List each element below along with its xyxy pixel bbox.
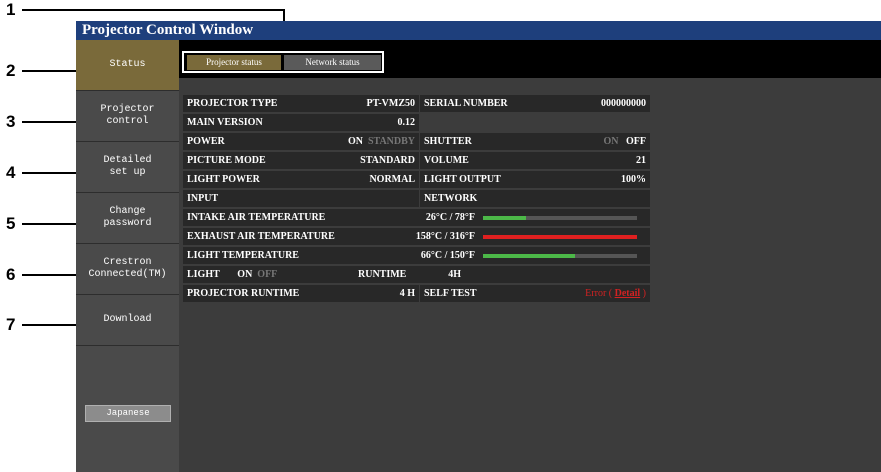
light-status: LIGHT ON OFF [183,266,354,283]
self-test-error: Error ( [585,288,613,299]
main-panel: Projector status Network status PROJECTO… [179,40,881,472]
shutter-on: ON [603,136,619,147]
input-label: INPUT [183,190,419,207]
projector-runtime-label: PROJECTOR RUNTIME [183,285,354,302]
runtime-spacer [465,266,650,283]
input-value: NETWORK [420,190,650,207]
callout-number: 1 [6,0,16,19]
callout-number: 6 [6,265,16,284]
power-standby: STANDBY [367,136,415,147]
callout-number: 5 [6,214,16,233]
power-value: ON STANDBY [313,133,419,150]
projector-type-label: PROJECTOR TYPE [183,95,354,112]
self-test-value: Error ( Detail ) [560,285,650,302]
light-label: LIGHT [187,269,220,280]
nav-change-password[interactable]: Change password [76,193,179,243]
callout-line [22,9,284,11]
gauge-fill [483,254,576,258]
power-on: ON [347,136,363,147]
light-power-label: LIGHT POWER [183,171,343,188]
gauge-fill [483,216,527,220]
runtime-label: RUNTIME [354,266,420,283]
status-tab-group: Projector status Network status [182,51,384,73]
gauge-track [483,216,637,220]
exhaust-temperature-label: EXHAUST AIR TEMPERATURE [183,228,354,245]
self-test-detail-link[interactable]: Detail [615,288,641,299]
intake-temperature-gauge [479,209,650,226]
nav-download[interactable]: Download [76,295,179,345]
main-version-value: 0.12 [354,114,419,131]
volume-value: 21 [560,152,650,169]
projector-type-value: PT-VMZ50 [354,95,419,112]
exhaust-temperature-gauge [479,228,650,245]
window-title: Projector Control Window [82,22,254,38]
detail-link-text[interactable]: Detail [615,288,641,299]
divider [76,345,179,346]
shutter-off: OFF [626,136,646,147]
projector-runtime-value: 4 H [354,285,419,302]
intake-temperature-value: 26°C / 78°F [354,209,479,226]
volume-label: VOLUME [420,152,560,169]
self-test-label: SELF TEST [420,285,560,302]
light-temperature-label: LIGHT TEMPERATURE [183,247,354,264]
callout-number: 4 [6,163,16,182]
nav-projector-control[interactable]: Projector control [76,91,179,141]
gauge-track [483,235,637,239]
tab-projector-status[interactable]: Projector status [187,55,281,70]
nav-status[interactable]: Status [76,40,179,90]
tab-bar: Projector status Network status [179,40,881,78]
sidebar: Status Projector control Detailed set up… [76,40,179,472]
main-version-label: MAIN VERSION [183,114,354,131]
exhaust-temperature-value: 158°C / 316°F [354,228,479,245]
light-power-value: NORMAL [343,171,419,188]
gauge-track [483,254,637,258]
callout-number: 2 [6,61,16,80]
nav-crestron-connected[interactable]: Crestron Connected(TM) [76,244,179,294]
projector-control-window: Projector Control Window Status Projecto… [76,21,881,472]
light-on: ON [237,269,253,280]
tab-network-status[interactable]: Network status [284,55,381,70]
power-label: POWER [183,133,313,150]
shutter-value: ON OFF [560,133,650,150]
callout-number: 7 [6,315,16,334]
gauge-fill [483,235,637,239]
light-output-label: LIGHT OUTPUT [420,171,560,188]
light-output-value: 100% [560,171,650,188]
shutter-label: SHUTTER [420,133,560,150]
light-temperature-gauge [479,247,650,264]
nav-detailed-set-up[interactable]: Detailed set up [76,142,179,192]
title-bar: Projector Control Window [76,21,881,40]
serial-number-value: 000000000 [560,95,650,112]
intake-temperature-label: INTAKE AIR TEMPERATURE [183,209,354,226]
picture-mode-label: PICTURE MODE [183,152,343,169]
light-off: OFF [257,269,278,280]
serial-number-label: SERIAL NUMBER [420,95,560,112]
japanese-button[interactable]: Japanese [85,405,171,422]
light-temperature-value: 66°C / 150°F [354,247,479,264]
runtime-value: 4H [420,266,465,283]
callout-number: 3 [6,112,16,131]
self-test-close: ) [642,288,646,299]
picture-mode-value: STANDARD [343,152,419,169]
